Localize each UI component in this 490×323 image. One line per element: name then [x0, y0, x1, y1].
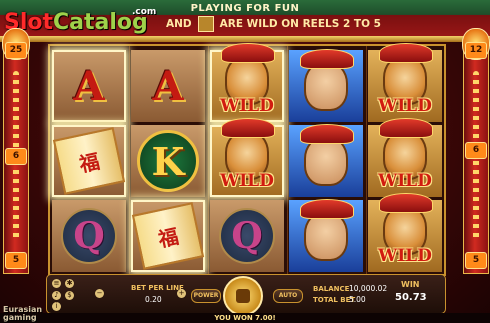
symbol-monkey-wild: WILD — [368, 43, 442, 122]
wild-label: WILD — [378, 96, 432, 116]
menu-icon[interactable]: ≡ — [52, 279, 61, 288]
paytable-icon[interactable]: $ — [65, 291, 74, 300]
line-badge-left-bottom[interactable]: 5 — [5, 252, 27, 269]
crown-icon — [379, 193, 433, 213]
crown-icon — [379, 43, 433, 63]
scroll-icon: 福 — [131, 202, 205, 270]
settings-icon[interactable]: ✱ — [65, 279, 74, 288]
crown-icon — [379, 118, 433, 138]
monkey-wild-icon — [197, 16, 214, 32]
reel-1: A 福 Q — [50, 46, 130, 274]
info-icon[interactable]: i — [52, 302, 61, 311]
win-value: 50.73 — [395, 292, 427, 303]
line-badge-right-mid[interactable]: 6 — [465, 142, 487, 159]
symbol-a: A — [52, 50, 126, 122]
spin-icon — [236, 289, 250, 303]
symbol-monkey-wild: WILD — [210, 118, 284, 197]
line-badge-left-top[interactable]: 25 — [5, 42, 27, 59]
auto-button[interactable]: AUTO — [273, 289, 303, 303]
monk-face-icon — [300, 124, 354, 186]
monk-crown-icon — [300, 49, 354, 69]
win-message: YOU WON 7.00! — [214, 314, 276, 322]
crown-icon — [221, 118, 275, 138]
monk-face-icon — [300, 49, 354, 111]
banner-suffix: ARE WILD ON REELS 2 TO 5 — [219, 18, 381, 30]
symbol-a: A — [131, 50, 205, 122]
symbol-tang-monk — [289, 199, 363, 272]
total-bet-value: 5.00 — [349, 295, 366, 304]
sound-icon[interactable]: ♪ — [52, 291, 61, 300]
balance-value: 10,000.02 — [349, 284, 388, 293]
q-disc: Q — [219, 208, 275, 264]
line-badge-right-bottom[interactable]: 5 — [465, 252, 487, 269]
banner-prefix: AND — [166, 18, 192, 30]
wild-label: WILD — [220, 96, 274, 116]
reel-grid: A 福 Q A K 福 WILD WILD Q WILD WILD WILD — [48, 43, 446, 276]
symbol-k: K — [131, 125, 205, 197]
reel-3: WILD WILD Q — [208, 43, 288, 274]
line-badge-left-mid[interactable]: 6 — [5, 148, 27, 165]
reel-4 — [287, 46, 367, 274]
crown-icon — [221, 43, 275, 63]
symbol-monkey-wild: WILD — [210, 43, 284, 122]
monk-crown-icon — [300, 124, 354, 144]
symbol-monkey-wild: WILD — [368, 193, 442, 272]
slot-game-screen: PLAYING FOR FUN AND ARE WILD ON REELS 2 … — [0, 0, 490, 323]
k-disc: K — [137, 130, 199, 192]
symbol-q: Q — [210, 200, 284, 272]
bet-per-line-value: 0.20 — [145, 295, 162, 304]
reel-2: A K 福 — [129, 46, 209, 274]
symbol-tang-monk — [289, 49, 363, 122]
spin-button[interactable] — [223, 276, 263, 316]
monk-crown-icon — [300, 199, 354, 219]
symbol-fu-scroll: 福 — [52, 125, 126, 197]
roof-trim — [0, 36, 490, 42]
symbol-tang-monk — [289, 124, 363, 197]
symbol-q: Q — [52, 200, 126, 272]
wild-label: WILD — [220, 171, 274, 191]
control-panel: ≡ ♪ i ✱ $ − BET PER LINE 0.20 + POWER AU… — [46, 274, 446, 316]
q-disc: Q — [61, 208, 117, 264]
monk-face-icon — [300, 199, 354, 261]
wild-info-banner: AND ARE WILD ON REELS 2 TO 5 — [166, 15, 482, 33]
balance-label: BALANCE — [313, 285, 350, 293]
logo-suffix: .com — [132, 7, 157, 17]
reel-5: WILD WILD WILD — [366, 43, 444, 274]
win-label: WIN — [401, 280, 420, 289]
wild-label: WILD — [378, 246, 432, 266]
wild-label: WILD — [378, 171, 432, 191]
bet-decrease-button[interactable]: − — [95, 289, 104, 298]
symbol-monkey-wild: WILD — [368, 118, 442, 197]
symbol-fu-scroll: 福 — [131, 200, 205, 272]
line-badge-right-top[interactable]: 12 — [465, 42, 487, 59]
scroll-icon: 福 — [52, 127, 126, 195]
power-button[interactable]: POWER — [191, 289, 221, 303]
bet-increase-button[interactable]: + — [177, 289, 186, 298]
bet-per-line-label: BET PER LINE — [131, 284, 184, 292]
